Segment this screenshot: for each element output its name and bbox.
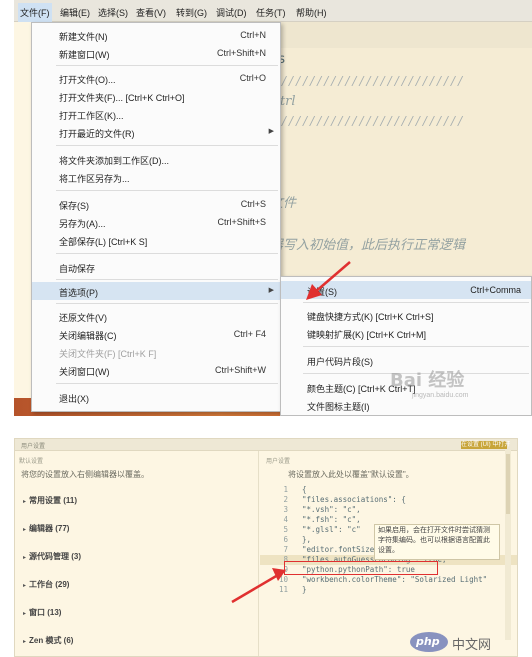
chevron-right-icon: ▸ — [23, 527, 27, 533]
submenu-arrow-icon: ▶ — [268, 128, 274, 135]
editor-comment-hashes-1: ////////////////////////// — [282, 74, 466, 88]
menu-item-save[interactable]: 保存(S) Ctrl+S — [32, 195, 280, 213]
submenu-item-settings[interactable]: 设置(S) Ctrl+Comma — [281, 281, 531, 299]
default-settings-pane: 默认设置 将您的设置放入右侧编辑器以覆盖。 ▸ 常用设置 (11) ▸ 编辑器 (7… — [15, 451, 259, 656]
settings-title: 用户设置 — [21, 444, 46, 450]
file-menu-dropdown: 新建文件(N) Ctrl+N 新建窗口(W) Ctrl+Shift+N 打开文件(O… — [31, 22, 281, 412]
menu-item-open-workspace[interactable]: 打开工作区(K)... — [32, 105, 280, 123]
menu-go[interactable]: 转到(G) — [176, 6, 207, 19]
menu-item-save-as[interactable]: 另存为(A)... Ctrl+Shift+S — [32, 213, 280, 231]
submenu-item-file-icon-theme[interactable]: 文件图标主题(I) — [281, 396, 531, 414]
php-logo-cn-text: 中文网 — [452, 637, 492, 652]
baidu-watermark: Bai 经验 — [390, 370, 465, 391]
menu-item-revert-file[interactable]: 还原文件(V) — [32, 307, 280, 325]
submenu-item-keymap-extensions[interactable]: 键映射扩展(K) [Ctrl+K Ctrl+M] — [281, 324, 531, 342]
menu-item-open-folder[interactable]: 打开文件夹(F)... [Ctrl+K Ctrl+O] — [32, 87, 280, 105]
menu-item-new-file[interactable]: 新建文件(N) Ctrl+N — [32, 26, 280, 44]
settings-group-workbench[interactable]: ▸ 工作台 (29) — [23, 579, 69, 590]
submenu-item-keyboard-shortcuts[interactable]: 键盘快捷方式(K) [Ctrl+K Ctrl+S] — [281, 306, 531, 324]
vscode-file-menu-screenshot: ps ////////////////////////// Ctrl /////… — [14, 0, 532, 416]
code-line: 11} — [278, 585, 307, 594]
menu-separator — [56, 65, 278, 66]
menu-item-new-window[interactable]: 新建窗口(W) Ctrl+Shift+N — [32, 44, 280, 62]
submenu-arrow-icon: ▶ — [268, 287, 274, 294]
chevron-right-icon: ▸ — [23, 555, 27, 561]
settings-group-scm[interactable]: ▸ 源代码管理 (3) — [23, 551, 81, 562]
menu-separator — [56, 383, 278, 384]
menu-item-open-recent[interactable]: 打开最近的文件(R) ▶ — [32, 123, 280, 141]
open-settings-ui-button[interactable]: 在设置 (UI) 中打开 — [461, 441, 510, 449]
preferences-submenu: 设置(S) Ctrl+Comma 键盘快捷方式(K) [Ctrl+K Ctrl+S… — [280, 276, 532, 416]
menu-selection[interactable]: 选择(S) — [98, 6, 128, 19]
menu-separator — [303, 346, 529, 347]
editor-tab-strip — [264, 22, 532, 48]
default-settings-label: 默认设置 — [19, 459, 44, 465]
menu-help[interactable]: 帮助(H) — [296, 6, 327, 19]
menu-item-auto-save[interactable]: 自动保存 — [32, 258, 280, 276]
default-settings-description: 将您的设置放入右侧编辑器以覆盖。 — [21, 470, 149, 479]
user-settings-label: 用户设置 — [266, 459, 291, 465]
menu-separator — [56, 279, 278, 280]
menu-item-exit[interactable]: 退出(X) — [32, 388, 280, 406]
chevron-right-icon: ▸ — [23, 583, 27, 589]
menu-separator — [56, 190, 278, 191]
menu-item-close-folder: 关闭文件夹(F) [Ctrl+K F] — [59, 349, 157, 359]
php-logo-text: php — [416, 635, 440, 648]
menu-item-save-all[interactable]: 全部保存(L) [Ctrl+K S] — [32, 231, 280, 249]
settings-group-window[interactable]: ▸ 窗口 (13) — [23, 607, 61, 618]
menu-item-save-workspace-as[interactable]: 将工作区另存为... — [32, 168, 280, 186]
menu-item-preferences[interactable]: 首选项(P) ▶ — [32, 282, 280, 300]
annotation-highlight-box — [284, 561, 438, 575]
menu-tasks[interactable]: 任务(T) — [256, 6, 286, 19]
php-cn-logo: php 中文网 — [410, 631, 514, 653]
chevron-right-icon: ▸ — [23, 499, 27, 505]
setting-hover-tooltip: 如果启用，会在打开文件时尝试猜测字符集编码。也可以根据语言配置此设置。 — [374, 524, 500, 560]
menu-separator — [56, 253, 278, 254]
settings-group-zen-mode[interactable]: ▸ Zen 模式 (6) — [23, 635, 73, 646]
code-line: 3 "*.vsh": "c", — [283, 505, 361, 514]
user-settings-description: 将设置放入此处以覆盖"默认设置"。 — [288, 470, 414, 479]
code-line: 2 "files.associations": { — [283, 495, 406, 504]
settings-group-common[interactable]: ▸ 常用设置 (11) — [23, 495, 77, 506]
menu-separator — [303, 302, 529, 303]
chevron-right-icon: ▸ — [23, 639, 27, 645]
menu-item-close-editor[interactable]: 关闭编辑器(C) Ctrl+ F4 — [32, 325, 280, 343]
menu-edit[interactable]: 编辑(E) — [60, 6, 90, 19]
minimap-scrollbar[interactable] — [505, 450, 511, 640]
editor-text-init: 器写入初始值，此后执行正常逻辑 — [270, 238, 466, 253]
menu-item-open-file[interactable]: 打开文件(O)... Ctrl+O — [32, 69, 280, 87]
menu-item-add-folder-to-workspace[interactable]: 将文件夹添加到工作区(D)... — [32, 150, 280, 168]
chevron-right-icon: ▸ — [23, 611, 27, 617]
code-line: 1{ — [283, 485, 307, 494]
settings-group-editor[interactable]: ▸ 编辑器 (77) — [23, 523, 69, 534]
menu-separator — [56, 145, 278, 146]
menu-bar: 文件(F) 编辑(E) 选择(S) 查看(V) 转到(G) 调试(D) 任务(T… — [14, 0, 532, 22]
menu-separator — [56, 303, 278, 304]
code-line: 10 "workbench.colorTheme": "Solarized Li… — [278, 575, 488, 584]
settings-header: 用户设置 在设置 (UI) 中打开 — [15, 439, 517, 451]
menu-file[interactable]: 文件(F) — [18, 3, 52, 22]
editor-comment-hashes-2: ////////////////////////// — [282, 114, 466, 128]
menu-view[interactable]: 查看(V) — [136, 6, 166, 19]
menu-item-close-window[interactable]: 关闭窗口(W) Ctrl+Shift+W — [32, 361, 280, 379]
menu-debug[interactable]: 调试(D) — [216, 6, 247, 19]
baidu-watermark-url: jingyan.baidu.com — [412, 392, 469, 399]
